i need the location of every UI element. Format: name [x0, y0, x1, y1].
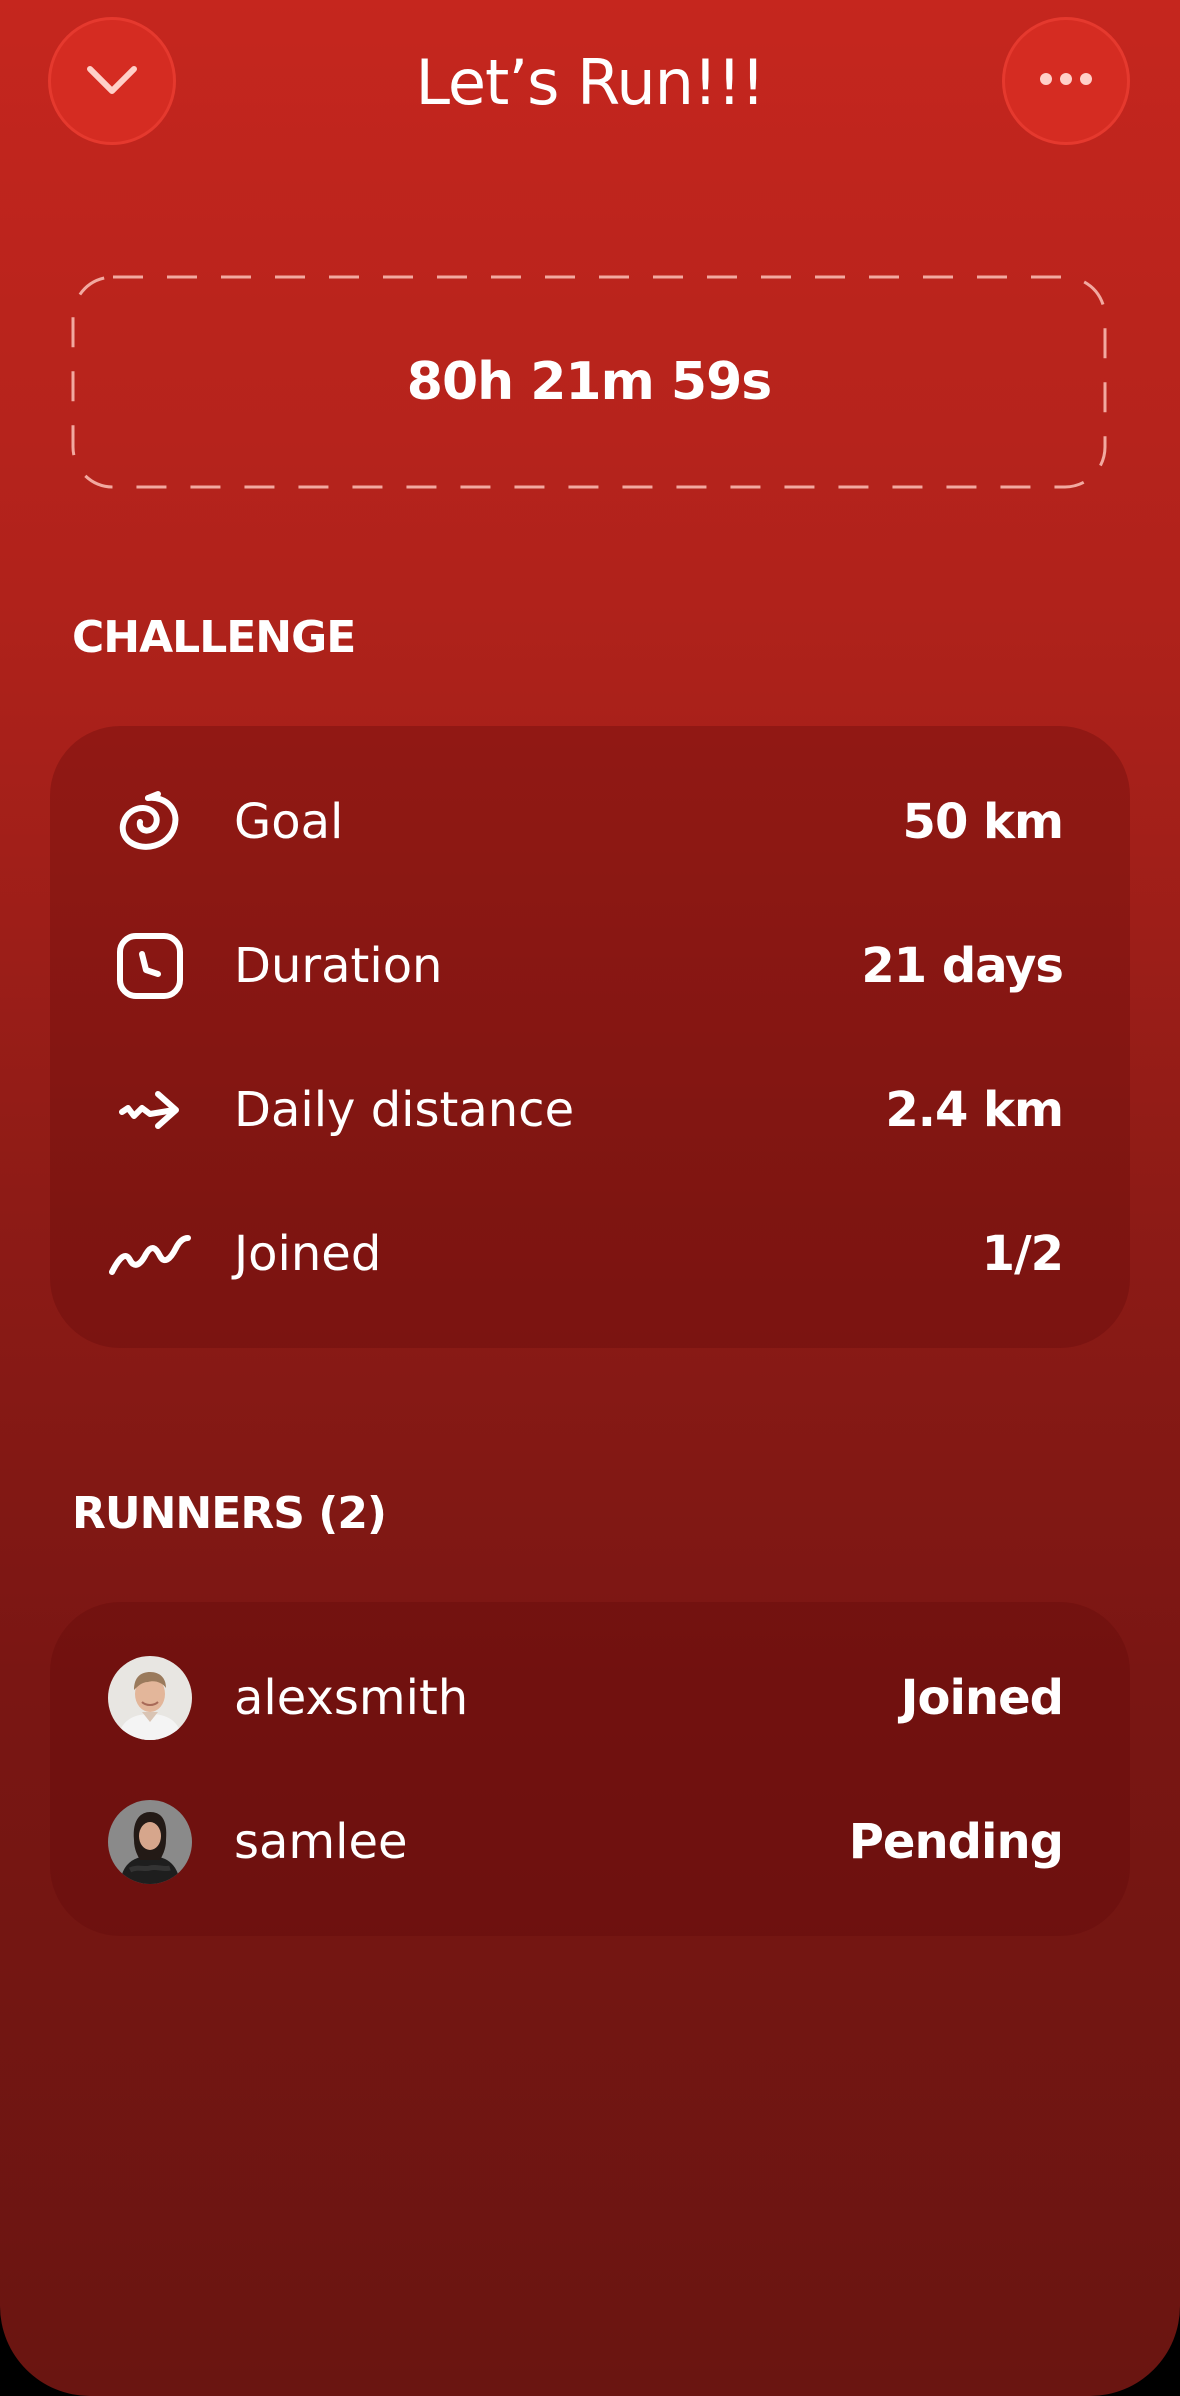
countdown-value: 80h 21m 59s — [406, 352, 772, 412]
runner-status: Joined — [900, 1670, 1064, 1726]
avatar-alexsmith — [108, 1656, 192, 1740]
runner-row[interactable]: samlee Pending — [50, 1782, 1130, 1902]
challenge-row-joined: Joined 1/2 — [50, 1194, 1130, 1314]
avatar-samlee — [108, 1800, 192, 1884]
duration-value: 21 days — [861, 938, 1064, 994]
challenge-row-duration: Duration 21 days — [50, 906, 1130, 1026]
arrow-icon — [106, 1078, 194, 1142]
challenge-row-goal: Goal 50 km — [50, 762, 1130, 882]
challenge-heading: CHALLENGE — [72, 612, 356, 663]
daily-distance-value: 2.4 km — [885, 1082, 1064, 1138]
joined-label: Joined — [234, 1226, 382, 1282]
wave-icon — [106, 1222, 194, 1286]
challenge-card: Goal 50 km Duration 21 days Daily distan… — [50, 726, 1130, 1348]
more-dots-icon — [1036, 69, 1096, 93]
back-button[interactable] — [48, 17, 176, 145]
runner-name: samlee — [234, 1814, 408, 1870]
duration-label: Duration — [234, 938, 443, 994]
duration-icon — [106, 933, 194, 999]
challenge-row-daily-distance: Daily distance 2.4 km — [50, 1050, 1130, 1170]
daily-distance-label: Daily distance — [234, 1082, 575, 1138]
runner-name: alexsmith — [234, 1670, 469, 1726]
challenge-screen: Let’s Run!!! 80h 21m 59s CHALLENGE Goal — [0, 0, 1180, 2396]
page-title: Let’s Run!!! — [415, 46, 765, 119]
goal-label: Goal — [234, 794, 344, 850]
runner-row[interactable]: alexsmith Joined — [50, 1638, 1130, 1758]
more-options-button[interactable] — [1002, 17, 1130, 145]
goal-value: 50 km — [902, 794, 1064, 850]
countdown-timer: 80h 21m 59s — [70, 274, 1108, 490]
joined-value: 1/2 — [981, 1226, 1064, 1282]
chevron-down-icon — [82, 59, 142, 103]
runners-heading: RUNNERS (2) — [72, 1488, 387, 1539]
runners-card: alexsmith Joined samlee Pending — [50, 1602, 1130, 1936]
goal-icon — [106, 790, 194, 854]
runner-status: Pending — [848, 1814, 1064, 1870]
